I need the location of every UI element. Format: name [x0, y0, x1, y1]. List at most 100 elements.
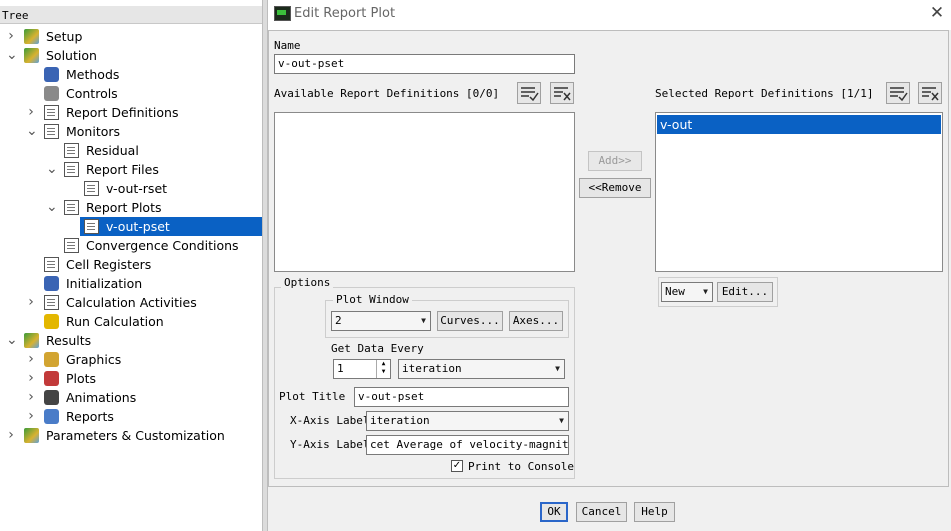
help-button[interactable]: Help [634, 502, 675, 522]
tree-item-label: Cell Registers [66, 257, 152, 272]
chevron-down-icon[interactable]: ⌄ [6, 46, 18, 65]
y-axis-label-field[interactable]: cet Average of velocity-magnitude [366, 435, 569, 455]
curves-button[interactable]: Curves... [437, 311, 503, 331]
deselect-all-selected-button[interactable] [918, 82, 942, 104]
plot-title-label: Plot Title [279, 390, 346, 403]
tree-item[interactable]: v-out-pset [80, 217, 262, 236]
tree-item[interactable]: v-out-rset [0, 179, 262, 198]
chevron-right-icon[interactable]: › [26, 369, 36, 388]
tree-item[interactable]: › Setup [0, 27, 262, 46]
tree-item[interactable]: ⌄ Results [0, 331, 262, 350]
add-button[interactable]: Add>> [588, 151, 642, 171]
chevron-down-icon[interactable]: ⌄ [46, 160, 58, 179]
tree-item-label: Results [46, 333, 92, 348]
get-data-every-input[interactable]: 1 ▲ ▼ [333, 359, 391, 379]
tree-item-label: Reports [66, 409, 114, 424]
tree-item[interactable]: Initialization [0, 274, 262, 293]
cancel-button[interactable]: Cancel [576, 502, 627, 522]
tree-item[interactable]: › Reports [0, 407, 262, 426]
tree-item[interactable]: ⌄ Report Plots [0, 198, 262, 217]
report-plots-icon [64, 200, 79, 215]
edit-button[interactable]: Edit... [717, 282, 773, 302]
chevron-down-icon[interactable]: ⌄ [46, 198, 58, 217]
chevron-down-icon[interactable]: ⌄ [6, 331, 18, 350]
chevron-down-icon[interactable]: ⌄ [26, 122, 38, 141]
tree-item-label: Parameters & Customization [46, 428, 225, 443]
ok-button[interactable]: OK [540, 502, 568, 522]
axes-button[interactable]: Axes... [509, 311, 563, 331]
chevron-right-icon[interactable]: › [6, 426, 16, 445]
remove-button[interactable]: <<Remove [579, 178, 651, 198]
chevron-right-icon[interactable]: › [26, 293, 36, 312]
spin-down-icon[interactable]: ▼ [377, 368, 390, 376]
tree-item[interactable]: › Plots [0, 369, 262, 388]
tree-item[interactable]: › Report Definitions [0, 103, 262, 122]
tree-item[interactable]: Cell Registers [0, 255, 262, 274]
new-button-label: New [665, 285, 685, 298]
options-label: Options [281, 276, 334, 289]
methods-icon [44, 67, 59, 82]
select-all-icon [890, 87, 908, 102]
deselect-all-icon [554, 87, 571, 101]
spinner[interactable]: ▲ ▼ [376, 360, 390, 378]
animations-icon [44, 390, 59, 405]
tree-item-label: Report Files [86, 162, 159, 177]
dialog-title: Edit Report Plot [294, 6, 396, 21]
plot-window-select[interactable]: 2 ▼ [331, 311, 431, 331]
convergence-conditions-icon [64, 238, 79, 253]
graphics-icon [44, 352, 59, 367]
chevron-right-icon[interactable]: › [26, 103, 36, 122]
spin-up-icon[interactable]: ▲ [377, 360, 390, 368]
chevron-right-icon[interactable]: › [26, 407, 36, 426]
tree-item[interactable]: › Animations [0, 388, 262, 407]
report-plot-icon [84, 219, 99, 234]
chevron-right-icon[interactable]: › [26, 388, 36, 407]
plots-icon [44, 371, 59, 386]
tree-item[interactable]: ⌄ Monitors [0, 122, 262, 141]
deselect-all-available-button[interactable] [550, 82, 574, 104]
close-icon[interactable]: ✕ [928, 4, 946, 22]
tree-item[interactable]: › Graphics [0, 350, 262, 369]
tree-item-label: v-out-rset [106, 181, 168, 196]
tree-item[interactable]: › Parameters & Customization [0, 426, 262, 445]
tree-item-label: Residual [86, 143, 139, 158]
select-all-icon [521, 87, 539, 102]
print-to-console-checkbox[interactable]: ✓ [451, 460, 463, 472]
tree-item[interactable]: Methods [0, 65, 262, 84]
tree-item[interactable]: Residual [0, 141, 262, 160]
tree-item-label: Graphics [66, 352, 122, 367]
tree-item[interactable]: Convergence Conditions [0, 236, 262, 255]
tree-item[interactable]: ⌄ Report Files [0, 160, 262, 179]
plot-title-field[interactable]: v-out-pset [354, 387, 569, 407]
tree-item[interactable]: ⌄ Solution [0, 46, 262, 65]
report-file-icon [84, 181, 99, 196]
tree-header-label: Tree [2, 9, 29, 22]
tree-item[interactable]: › Calculation Activities [0, 293, 262, 312]
plot-window-value: 2 [335, 314, 342, 327]
tree-item[interactable]: Controls [0, 84, 262, 103]
tree-item-label: Report Definitions [66, 105, 179, 120]
outline-tree-panel: Tree › Setup ⌄ Solution Methods Controls › Repo… [0, 0, 262, 531]
tree-item[interactable]: Run Calculation [0, 312, 262, 331]
list-item[interactable]: v-out [657, 115, 941, 134]
tree-item-label: Calculation Activities [66, 295, 197, 310]
chevron-right-icon[interactable]: › [26, 350, 36, 369]
select-all-selected-button[interactable] [886, 82, 910, 104]
available-report-definitions-list[interactable] [274, 112, 575, 272]
chevron-right-icon[interactable]: › [6, 27, 16, 46]
new-button[interactable]: New ▼ [661, 282, 713, 302]
report-files-icon [64, 162, 79, 177]
tree-item-label: v-out-pset [106, 219, 170, 234]
get-data-every-unit-value: iteration [402, 362, 462, 375]
tree-item-label: Run Calculation [66, 314, 164, 329]
residual-icon [64, 143, 79, 158]
results-icon [24, 333, 39, 348]
selected-report-definitions-list[interactable]: v-out [655, 112, 943, 272]
name-field[interactable]: v-out-pset [274, 54, 575, 74]
deselect-all-icon [922, 87, 939, 101]
select-all-available-button[interactable] [517, 82, 541, 104]
get-data-every-unit-select[interactable]: iteration ▼ [398, 359, 565, 379]
tree-item-label: Methods [66, 67, 120, 82]
chevron-down-icon: ▼ [703, 287, 708, 296]
x-axis-label-select[interactable]: iteration ▼ [366, 411, 569, 431]
